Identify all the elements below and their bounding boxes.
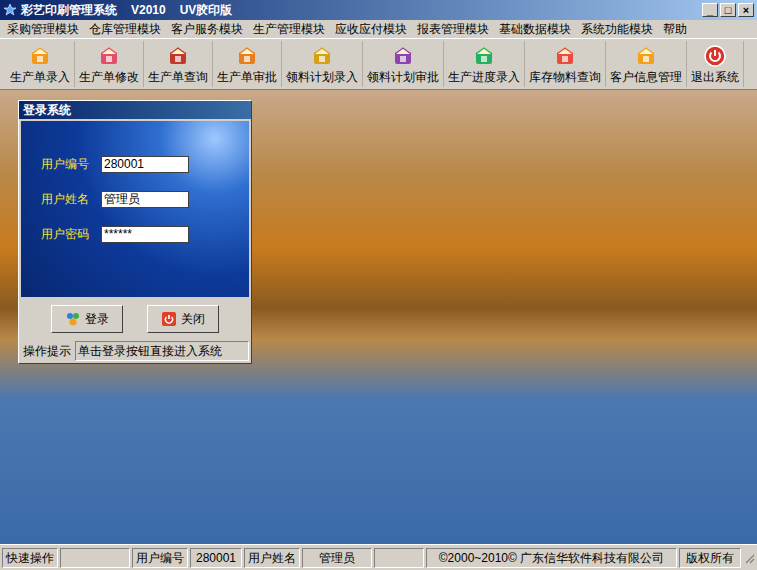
window-edition: UV胶印版 — [180, 1, 233, 19]
login-field: 用户编号 280001 — [41, 155, 249, 173]
tool-icon — [235, 44, 259, 68]
close-icon — [161, 311, 177, 327]
toolbar-button[interactable]: 生产单查询 — [144, 41, 213, 87]
main-area: 登录系统用户编号280001用户姓名管理员用户密码******登录关闭操作提示单… — [0, 90, 757, 544]
field-label: 用户姓名 — [41, 190, 93, 208]
menu-bar: 采购管理模块仓库管理模块客户服务模块生产管理模块应收应付模块报表管理模块基础数据… — [0, 20, 757, 38]
menu-item[interactable]: 报表管理模块 — [412, 20, 494, 38]
toolbar-button[interactable]: 退出系统 — [687, 41, 744, 87]
login-field: 用户姓名管理员 — [41, 190, 249, 208]
toolbar-button[interactable]: 生产单修改 — [75, 41, 144, 87]
status-cell: 用户编号 — [132, 548, 188, 568]
toolbar-label: 领料计划录入 — [286, 70, 358, 84]
login-icon — [65, 311, 81, 327]
tool-icon — [634, 44, 658, 68]
tool-icon — [97, 44, 121, 68]
toolbar-label: 生产单查询 — [148, 70, 208, 84]
toolbar-label: 生产单审批 — [217, 70, 277, 84]
toolbar-label: 生产进度录入 — [448, 70, 520, 84]
menu-item[interactable]: 基础数据模块 — [494, 20, 576, 38]
login-dialog: 登录系统用户编号280001用户姓名管理员用户密码******登录关闭操作提示单… — [18, 100, 252, 364]
close-button[interactable]: 关闭 — [147, 305, 219, 333]
toolbar-label: 库存物料查询 — [529, 70, 601, 84]
toolbar-button[interactable]: 领料计划录入 — [282, 41, 363, 87]
tool-icon — [28, 44, 52, 68]
field-label: 用户密码 — [41, 225, 93, 243]
tool-icon — [310, 44, 334, 68]
app-logo-icon — [3, 3, 17, 17]
toolbar-button[interactable]: 生产单审批 — [213, 41, 282, 87]
toolbar-label: 生产单录入 — [10, 70, 70, 84]
status-bar: 快速操作 用户编号280001用户姓名管理员 ©2000~2010© 广东信华软件科… — [0, 544, 757, 570]
status-cell — [60, 548, 130, 568]
login-button[interactable]: 登录 — [51, 305, 123, 333]
field-input[interactable]: ****** — [101, 226, 189, 243]
status-cell: 版权所有 — [679, 548, 741, 568]
toolbar-label: 退出系统 — [691, 70, 739, 84]
field-input[interactable]: 280001 — [101, 156, 189, 173]
dialog-title-bar: 登录系统 — [19, 101, 251, 119]
menu-item[interactable]: 客户服务模块 — [166, 20, 248, 38]
window-control-button[interactable]: × — [738, 3, 754, 17]
tool-icon — [553, 44, 577, 68]
window-control-button[interactable]: _ — [702, 3, 718, 17]
toolbar-label: 客户信息管理 — [610, 70, 682, 84]
login-panel: 用户编号 280001 用户姓名管理员用户密码 ****** — [21, 121, 249, 297]
dialog-hint-bar: 操作提示单击登录按钮直接进入系统 — [19, 341, 251, 363]
menu-item[interactable]: 采购管理模块 — [2, 20, 84, 38]
status-cell: 用户姓名 — [244, 548, 300, 568]
hint-label: 操作提示 — [21, 342, 73, 360]
hint-text: 单击登录按钮直接进入系统 — [75, 341, 249, 361]
status-cell: 280001 — [190, 548, 242, 568]
resize-grip-icon[interactable] — [743, 552, 755, 564]
toolbar: 生产单录入生产单修改生产单查询生产单审批领料计划录入领料计划审批生产进度录入库存… — [0, 38, 757, 90]
toolbar-label: 生产单修改 — [79, 70, 139, 84]
title-bar: 彩艺印刷管理系统 V2010 UV胶印版 _□× — [0, 0, 757, 20]
toolbar-button[interactable]: 生产单录入 — [6, 41, 75, 87]
status-cell: ©2000~2010© 广东信华软件科技有限公司 — [426, 548, 677, 568]
menu-item[interactable]: 应收应付模块 — [330, 20, 412, 38]
field-label: 用户编号 — [41, 155, 93, 173]
menu-item[interactable]: 系统功能模块 — [576, 20, 658, 38]
tool-icon — [472, 44, 496, 68]
toolbar-button[interactable]: 库存物料查询 — [525, 41, 606, 87]
toolbar-button[interactable]: 生产进度录入 — [444, 41, 525, 87]
menu-item[interactable]: 仓库管理模块 — [84, 20, 166, 38]
exit-icon — [703, 44, 727, 68]
tool-icon — [391, 44, 415, 68]
toolbar-button[interactable]: 领料计划审批 — [363, 41, 444, 87]
login-field: 用户密码 ****** — [41, 225, 249, 243]
status-cell: 管理员 — [302, 548, 372, 568]
status-cell — [374, 548, 424, 568]
dialog-button-row: 登录关闭 — [19, 297, 251, 341]
menu-item[interactable]: 帮助 — [658, 20, 692, 38]
window-version: V2010 — [131, 1, 166, 19]
toolbar-label: 领料计划审批 — [367, 70, 439, 84]
menu-item[interactable]: 生产管理模块 — [248, 20, 330, 38]
window-control-button[interactable]: □ — [720, 3, 736, 17]
field-input[interactable]: 管理员 — [101, 191, 189, 208]
tool-icon — [166, 44, 190, 68]
window-title: 彩艺印刷管理系统 — [21, 1, 117, 19]
app-window: 彩艺印刷管理系统V2010UV胶印版_□×采购管理模块仓库管理模块客户服务模块生… — [0, 0, 757, 570]
toolbar-button[interactable]: 客户信息管理 — [606, 41, 687, 87]
status-cell: 快速操作 — [2, 548, 58, 568]
